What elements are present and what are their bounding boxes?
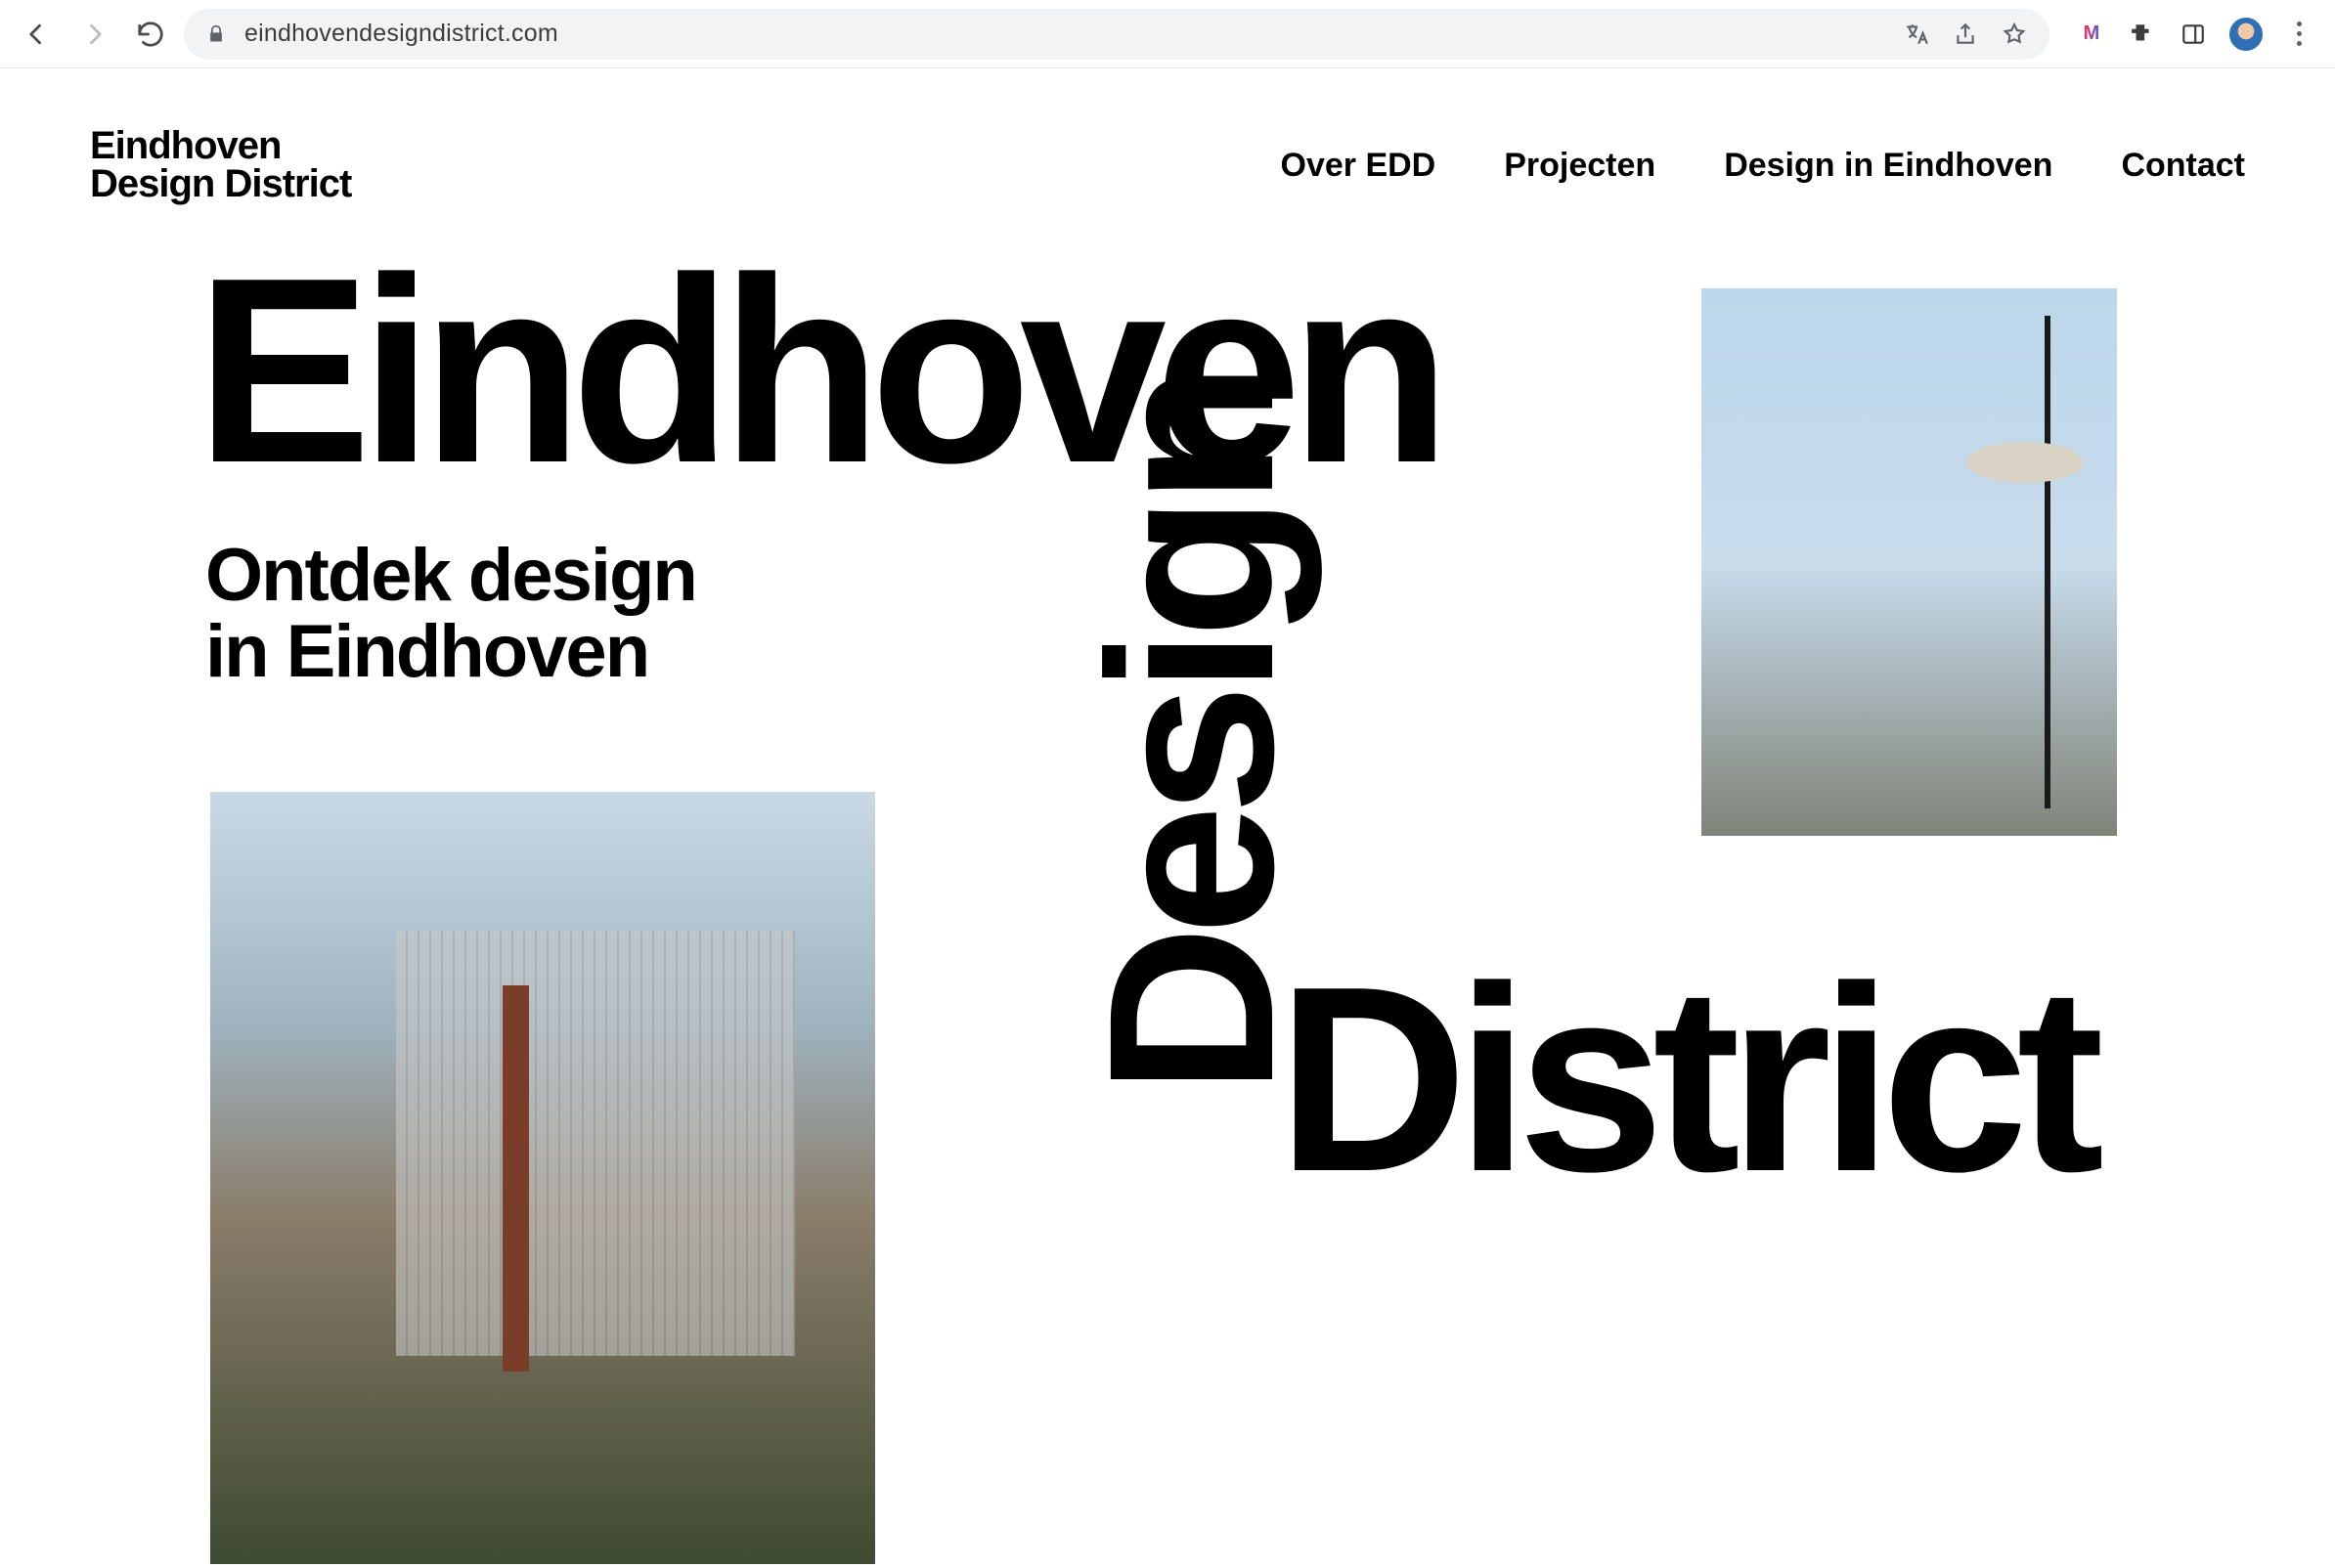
profile-avatar[interactable] bbox=[2229, 18, 2263, 51]
omnibox-actions bbox=[1903, 21, 2028, 48]
address-bar[interactable]: eindhovendesigndistrict.com bbox=[184, 9, 2049, 60]
hero-subheading: Ontdek design in Eindhoven bbox=[205, 538, 696, 689]
hero-word-district: District bbox=[1277, 968, 2093, 1193]
site-logo[interactable]: Eindhoven Design District bbox=[90, 127, 351, 203]
lock-icon bbox=[205, 23, 227, 45]
arrow-right-icon bbox=[79, 20, 109, 49]
logo-line-1: Eindhoven bbox=[90, 127, 351, 165]
translate-icon[interactable] bbox=[1903, 21, 1930, 48]
reload-button[interactable] bbox=[135, 19, 166, 50]
sub-line-1: Ontdek design bbox=[205, 538, 696, 614]
share-icon[interactable] bbox=[1952, 21, 1979, 48]
main-nav: Over EDD Projecten Design in Eindhoven C… bbox=[1281, 147, 2246, 185]
reload-icon bbox=[136, 20, 165, 49]
browser-menu-button[interactable] bbox=[2284, 20, 2313, 49]
arrow-left-icon bbox=[22, 20, 52, 49]
bookmark-star-icon[interactable] bbox=[2001, 21, 2028, 48]
extension-m-icon[interactable]: M bbox=[2077, 20, 2106, 49]
logo-line-2: Design District bbox=[90, 165, 351, 203]
site-header: Eindhoven Design District Over EDD Proje… bbox=[90, 127, 2245, 203]
extensions-icon[interactable] bbox=[2128, 20, 2157, 49]
toolbar-right: M bbox=[2077, 18, 2313, 51]
hero-image-buildings bbox=[210, 792, 875, 1564]
page-content: Eindhoven Design District Over EDD Proje… bbox=[0, 68, 2335, 1568]
nav-projecten[interactable]: Projecten bbox=[1504, 147, 1655, 185]
forward-button[interactable] bbox=[78, 19, 110, 50]
hero-image-streetlight bbox=[1701, 288, 2117, 836]
hero-word-design: Design bbox=[1091, 371, 1291, 1095]
nav-contact[interactable]: Contact bbox=[2121, 147, 2245, 185]
url-text: eindhovendesigndistrict.com bbox=[244, 20, 1885, 48]
nav-over-edd[interactable]: Over EDD bbox=[1281, 147, 1436, 185]
nav-buttons bbox=[22, 19, 166, 50]
back-button[interactable] bbox=[22, 19, 53, 50]
nav-design-in-eindhoven[interactable]: Design in Eindhoven bbox=[1724, 147, 2052, 185]
side-panel-icon[interactable] bbox=[2179, 20, 2208, 49]
browser-chrome: eindhovendesigndistrict.com M bbox=[0, 0, 2335, 68]
sub-line-2: in Eindhoven bbox=[205, 614, 696, 690]
